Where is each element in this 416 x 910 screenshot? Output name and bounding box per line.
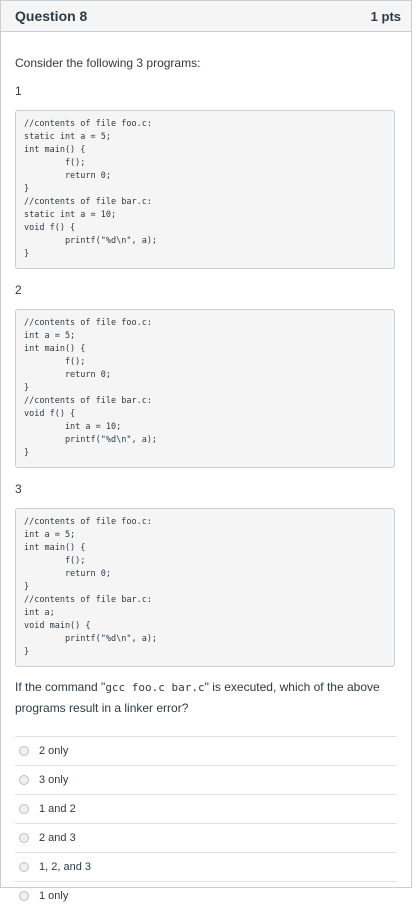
answer-label: 1, 2, and 3 <box>39 861 91 873</box>
code-block: //contents of file foo.c: int a = 5; int m… <box>15 309 395 468</box>
code-line: static int a = 10; <box>24 210 117 220</box>
code-line: void main() { <box>24 621 91 631</box>
question-title: Question 8 <box>15 8 88 24</box>
code-line: //contents of file bar.c: <box>24 595 152 605</box>
question-prompt: If the command "gcc foo.c bar.c" is exec… <box>15 677 397 718</box>
code-line: printf("%d\n", a); <box>24 236 158 246</box>
code-line: } <box>24 582 30 592</box>
code-line: } <box>24 448 30 458</box>
answer-label: 1 only <box>39 890 69 902</box>
program-number: 3 <box>15 482 22 496</box>
answer-option[interactable]: 2 only <box>15 736 397 765</box>
code-line: } <box>24 184 30 194</box>
code-line: return 0; <box>24 370 111 380</box>
program-number: 2 <box>15 283 22 297</box>
answer-label: 1 and 2 <box>39 803 76 815</box>
code-line: printf("%d\n", a); <box>24 634 158 644</box>
code-line: static int a = 5; <box>24 132 111 142</box>
code-block: //contents of file foo.c: int a = 5; int m… <box>15 508 395 667</box>
prompt-command: gcc foo.c bar.c <box>105 681 205 694</box>
code-block: //contents of file foo.c: static int a = … <box>15 110 395 269</box>
question-intro: Consider the following 3 programs: <box>15 56 201 70</box>
answer-option[interactable]: 1 only <box>15 881 397 910</box>
code-line: int a = 5; <box>24 530 76 540</box>
question-points: 1 pts <box>370 8 401 24</box>
code-line: void f() { <box>24 223 76 233</box>
question-body: Consider the following 3 programs: 1 //c… <box>1 56 411 910</box>
code-line: } <box>24 647 30 657</box>
radio-button[interactable] <box>19 804 29 814</box>
code-line: //contents of file bar.c: <box>24 396 152 406</box>
answer-option[interactable]: 3 only <box>15 765 397 794</box>
radio-button[interactable] <box>19 891 29 901</box>
code-line: int main() { <box>24 145 86 155</box>
code-line: int a = 5; <box>24 331 76 341</box>
question-card: Question 8 1 pts Consider the following … <box>0 0 412 902</box>
code-line: //contents of file foo.c: <box>24 119 152 129</box>
code-line: } <box>24 249 30 259</box>
code-line: } <box>24 383 30 393</box>
code-line: //contents of file bar.c: <box>24 197 152 207</box>
code-line: //contents of file foo.c: <box>24 517 152 527</box>
code-line: f(); <box>24 158 86 168</box>
code-line: //contents of file foo.c: <box>24 318 152 328</box>
answer-option[interactable]: 1, 2, and 3 <box>15 852 397 881</box>
answer-list: 2 only 3 only 1 and 2 2 and 3 1, 2, and … <box>15 736 397 910</box>
answer-label: 2 and 3 <box>39 832 76 844</box>
code-line: int a; <box>24 608 55 618</box>
radio-button[interactable] <box>19 775 29 785</box>
program-number: 1 <box>15 84 22 98</box>
code-line: int main() { <box>24 344 86 354</box>
code-line: int main() { <box>24 543 86 553</box>
answer-label: 3 only <box>39 774 69 786</box>
answer-option[interactable]: 1 and 2 <box>15 794 397 823</box>
code-line: printf("%d\n", a); <box>24 435 158 445</box>
radio-button[interactable] <box>19 746 29 756</box>
radio-button[interactable] <box>19 833 29 843</box>
code-line: int a = 10; <box>24 422 122 432</box>
code-line: f(); <box>24 556 86 566</box>
code-line: return 0; <box>24 569 111 579</box>
prompt-text-before: If the command " <box>15 680 106 694</box>
code-line: f(); <box>24 357 86 367</box>
radio-button[interactable] <box>19 862 29 872</box>
code-line: void f() { <box>24 409 76 419</box>
answer-label: 2 only <box>39 745 69 757</box>
question-header: Question 8 1 pts <box>1 1 411 32</box>
code-line: return 0; <box>24 171 111 181</box>
answer-option[interactable]: 2 and 3 <box>15 823 397 852</box>
